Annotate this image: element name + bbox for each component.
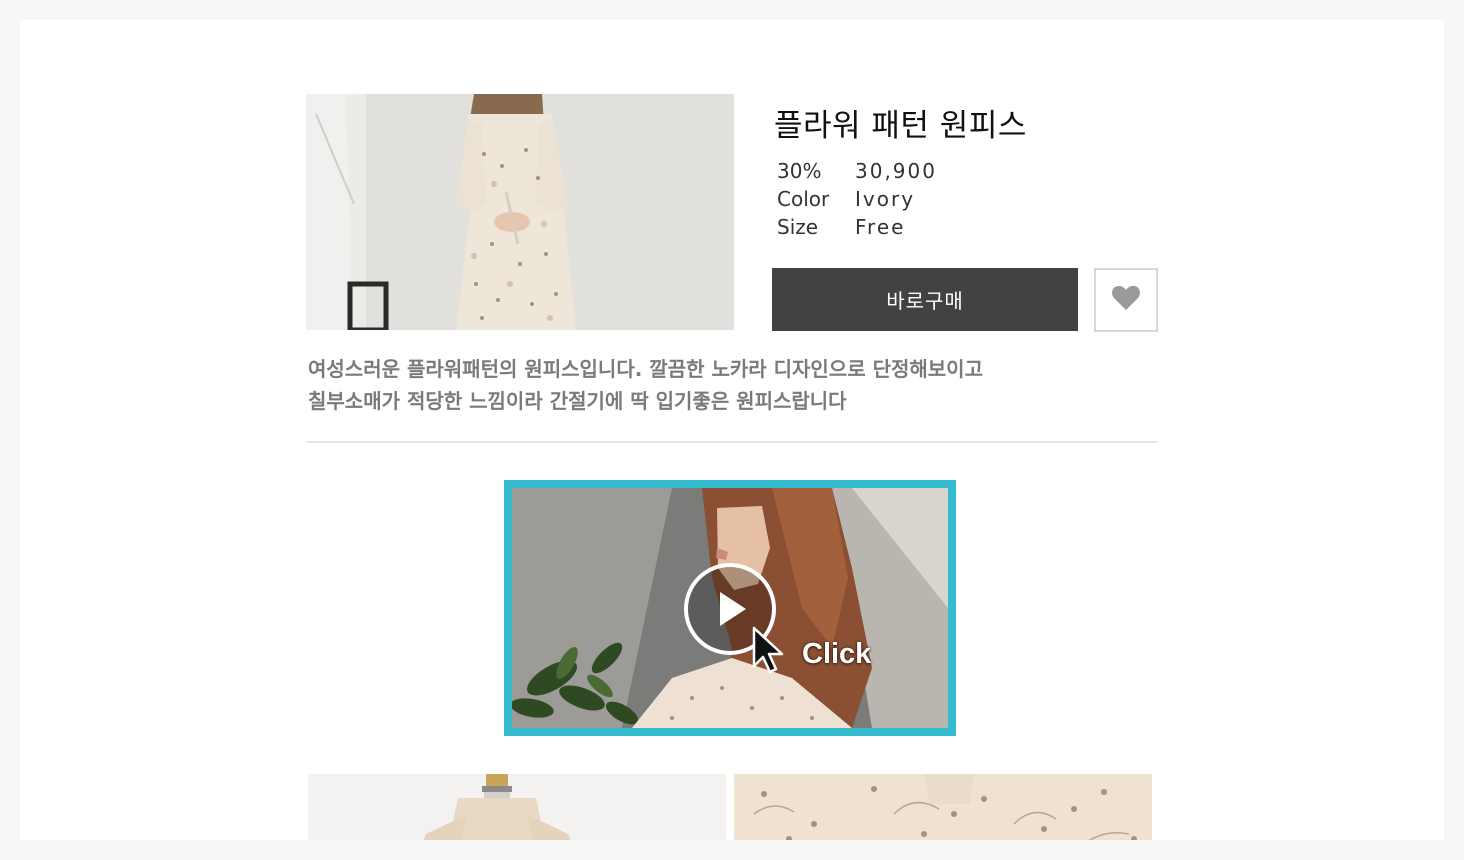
product-video[interactable]: Click <box>504 480 956 736</box>
size-value: Free <box>855 215 906 239</box>
price-value: 30,900 <box>855 159 937 183</box>
heart-icon <box>1111 285 1141 315</box>
color-label: Color <box>777 187 830 211</box>
click-overlay-label: Click <box>802 638 872 670</box>
product-detail-page: 플라워 패턴 원피스 30% 30,900 Color Ivory Size F… <box>20 20 1444 840</box>
spec-row-color: Color Ivory <box>777 185 937 213</box>
detail-image-mannequin[interactable] <box>308 774 726 840</box>
discount-rate: 30% <box>777 159 822 183</box>
product-spec-table: 30% 30,900 Color Ivory Size Free <box>777 157 937 241</box>
buy-now-button[interactable]: 바로구매 <box>772 268 1078 331</box>
spec-row-size: Size Free <box>777 213 937 241</box>
product-main-image[interactable] <box>306 94 734 330</box>
color-value: Ivory <box>855 187 916 211</box>
wishlist-button[interactable] <box>1094 268 1158 332</box>
description-line-1: 여성스러운 플라워패턴의 원피스입니다. 깔끔한 노카라 디자인으로 단정해보이… <box>308 357 983 381</box>
section-divider <box>306 441 1158 443</box>
spec-row-discount: 30% 30,900 <box>777 157 937 185</box>
product-title: 플라워 패턴 원피스 <box>774 108 1027 144</box>
product-description: 여성스러운 플라워패턴의 원피스입니다. 깔끔한 노카라 디자인으로 단정해보이… <box>308 353 1128 417</box>
detail-image-fabric[interactable] <box>734 774 1152 840</box>
size-label: Size <box>777 215 819 239</box>
description-line-2: 칠부소매가 적당한 느낌이라 간절기에 딱 입기좋은 원피스랍니다 <box>308 389 847 413</box>
